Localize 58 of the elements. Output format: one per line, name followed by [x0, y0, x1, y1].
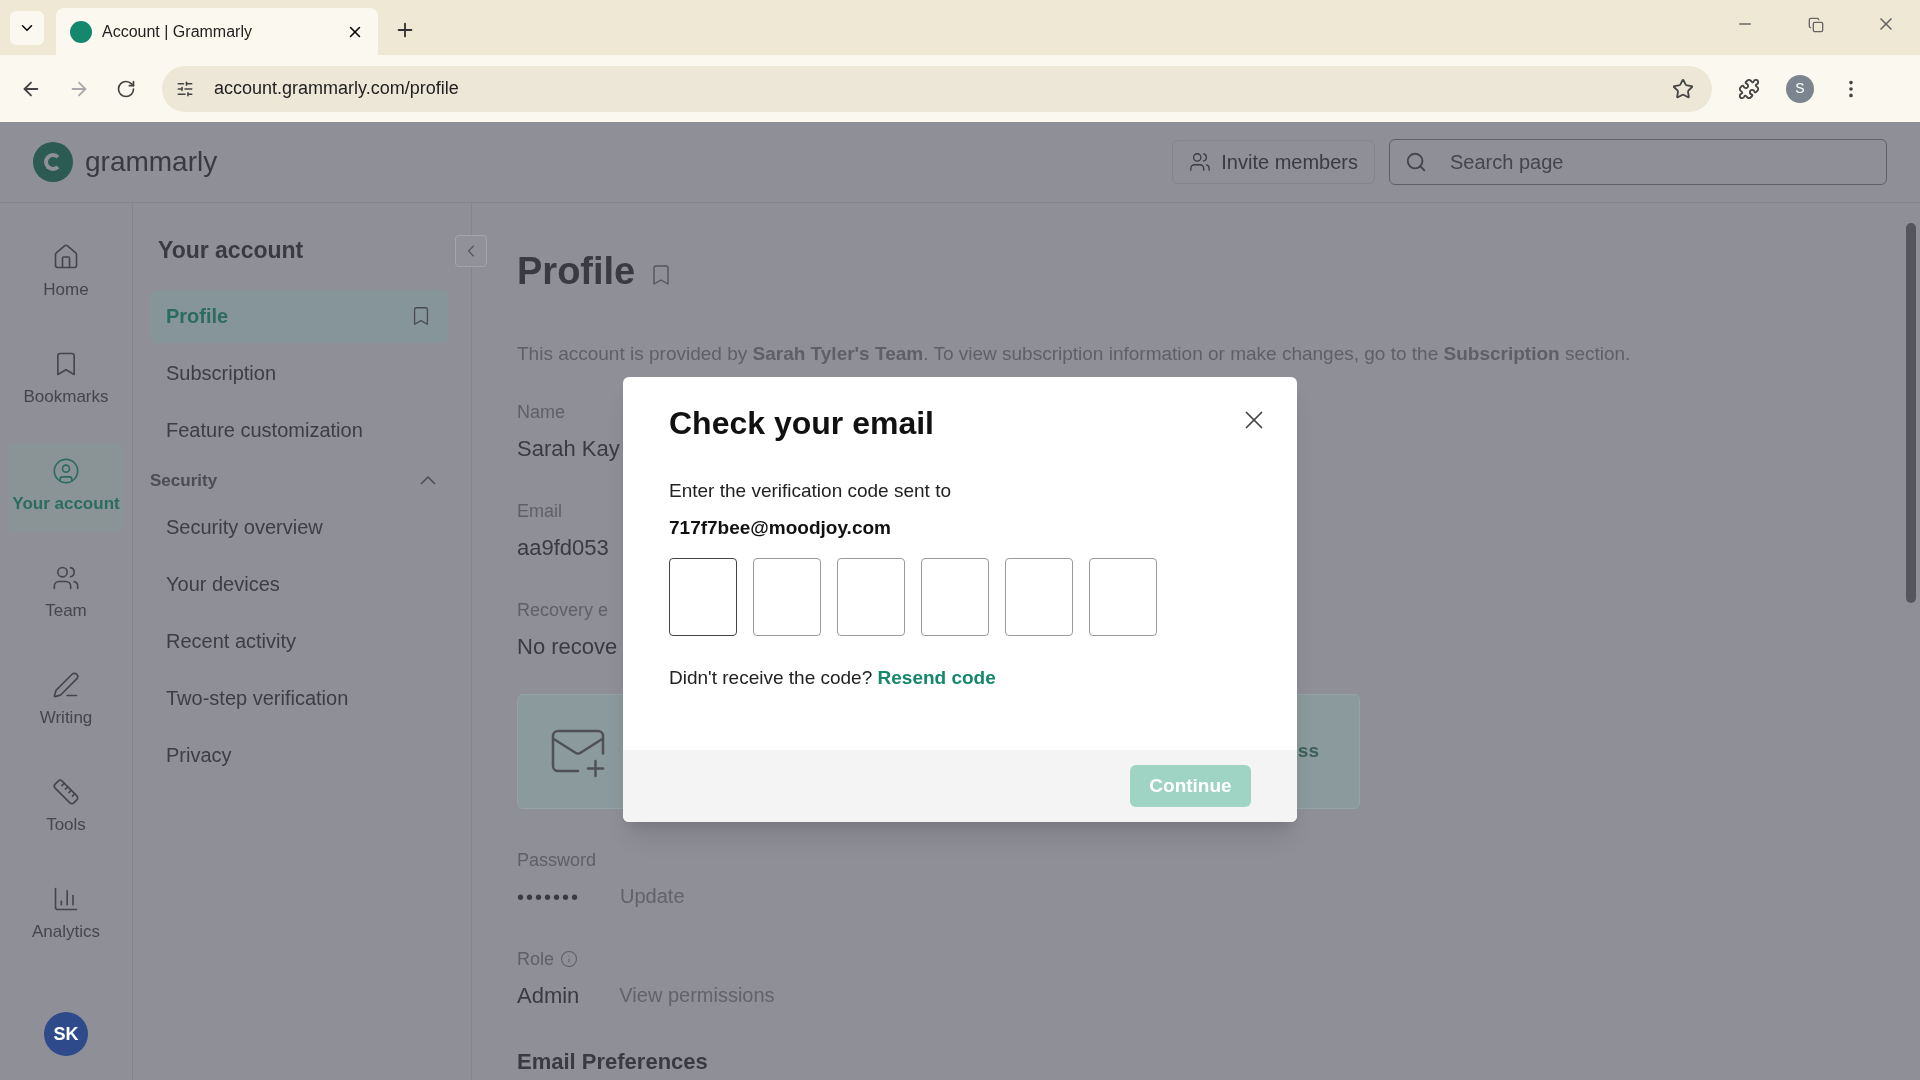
section-header[interactable]: Security: [150, 460, 448, 501]
extensions-icon[interactable]: [1738, 77, 1760, 100]
people-icon: [1189, 151, 1212, 173]
rail-item[interactable]: Bookmarks: [8, 336, 124, 424]
card-action[interactable]: ss: [1297, 736, 1319, 766]
page-title: Profile: [517, 249, 636, 294]
field-value: Sarah Kay: [517, 434, 620, 463]
logo-text: grammarly: [85, 145, 218, 179]
sidebar-item[interactable]: Security overview: [150, 500, 448, 554]
field-value: No recove: [517, 632, 618, 661]
ruler-icon: [52, 778, 80, 807]
rail-item[interactable]: Home: [8, 229, 124, 317]
rail-item[interactable]: Writing: [8, 657, 124, 745]
tab-title: Account | Grammarly: [102, 21, 253, 42]
restore-icon[interactable]: [1808, 17, 1824, 33]
sidebar-item[interactable]: Recent activity: [150, 614, 448, 668]
sidebar-item[interactable]: Privacy: [150, 728, 448, 782]
email-address: 717f7bee@moodjoy.com: [669, 515, 892, 540]
dialog-title: Check your email: [669, 404, 935, 443]
address-bar[interactable]: account.grammarly.com/profile: [162, 65, 1712, 112]
pen-icon: [52, 671, 80, 700]
field-value: •••••••: [517, 884, 580, 910]
star-icon[interactable]: [1672, 77, 1694, 100]
sidebar-item[interactable]: Your devices: [150, 557, 448, 611]
rail-item[interactable]: Analytics: [8, 871, 124, 959]
user-avatar[interactable]: SK: [44, 1012, 88, 1056]
dialog-text: Enter the verification code sent to: [669, 479, 952, 503]
site-icon: [70, 20, 92, 43]
site-settings-icon[interactable]: [176, 79, 194, 98]
rail-item[interactable]: Tools: [8, 764, 124, 852]
field-value: aa9fd053: [517, 533, 609, 562]
invite-members-button[interactable]: Invite members: [1172, 140, 1375, 184]
resend-prompt: Didn't receive the code?: [669, 667, 873, 688]
user-icon: [52, 457, 80, 486]
search-icon: [1405, 151, 1427, 173]
search-field[interactable]: Search page: [1389, 139, 1887, 185]
chevron-up-icon: [420, 476, 436, 485]
browser-tab[interactable]: Account | Grammarly: [56, 8, 378, 55]
sidebar-item[interactable]: Profile: [150, 289, 448, 343]
code-input[interactable]: [1089, 558, 1157, 636]
field-value: Admin: [517, 981, 580, 1010]
reload-icon[interactable]: [116, 78, 136, 99]
resend-link[interactable]: Resend code: [877, 667, 996, 688]
section-heading: Email Preferences: [517, 1047, 709, 1076]
code-input[interactable]: [753, 558, 821, 636]
code-input[interactable]: [837, 558, 905, 636]
code-input[interactable]: [669, 558, 737, 636]
sidebar-item[interactable]: Subscription: [150, 346, 448, 400]
rail-item[interactable]: Your account: [8, 443, 124, 531]
url-text: account.grammarly.com/profile: [214, 77, 460, 100]
code-input[interactable]: [921, 558, 989, 636]
code-input[interactable]: [1005, 558, 1073, 636]
sidebar-item[interactable]: Feature customization: [150, 403, 448, 457]
logo-mark-icon: [33, 142, 73, 182]
sidebar-item[interactable]: Two-step verification: [150, 671, 448, 725]
account-avatar[interactable]: S: [1786, 74, 1814, 103]
sidebar-title: Your account: [157, 236, 305, 265]
rail-item[interactable]: Team: [8, 550, 124, 638]
